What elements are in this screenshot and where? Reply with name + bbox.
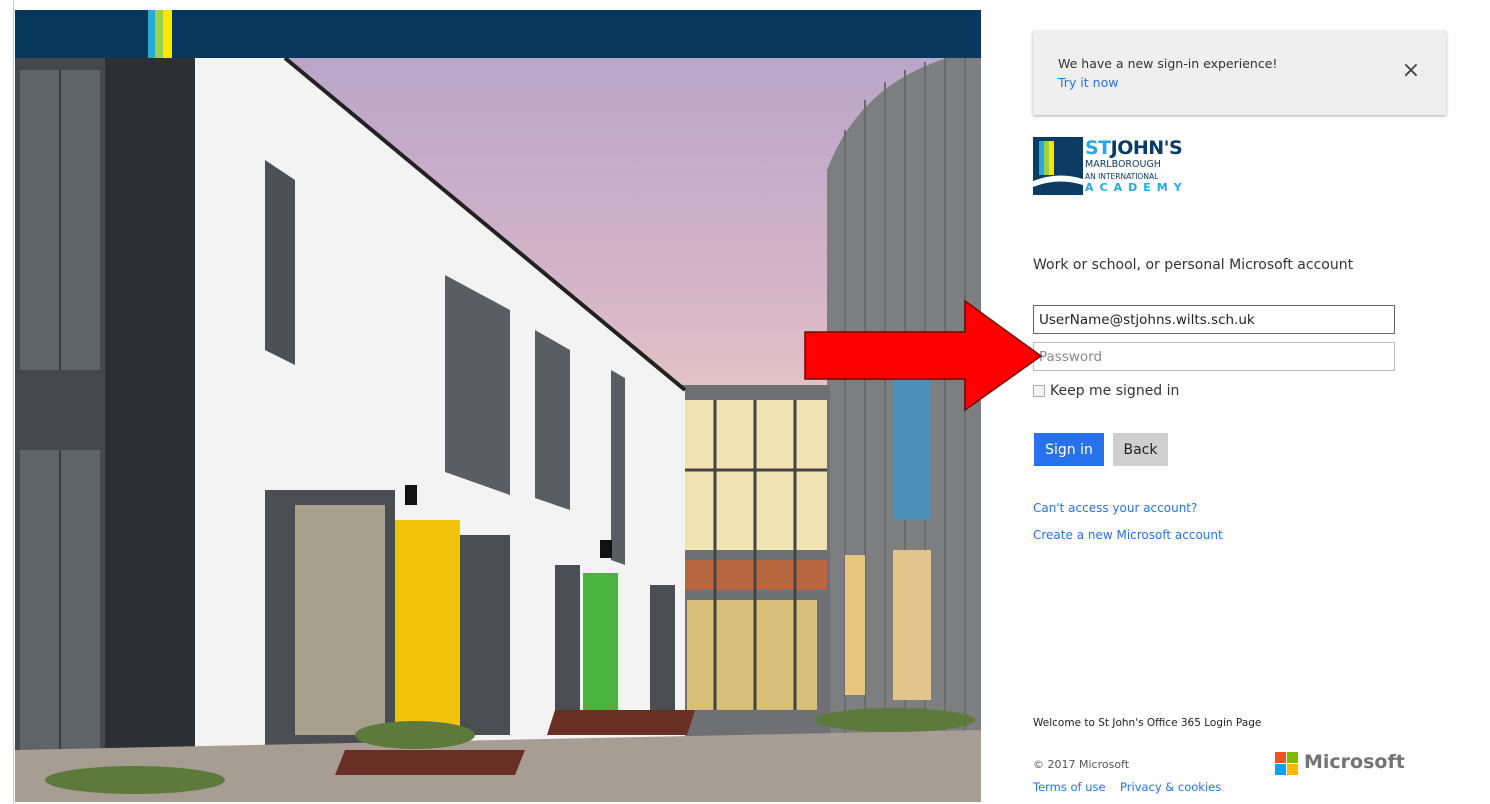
close-icon[interactable]: × — [1401, 60, 1421, 82]
copyright-text: © 2017 Microsoft — [1033, 758, 1130, 771]
account-prompt: Work or school, or personal Microsoft ac… — [1033, 257, 1354, 273]
login-page: We have a new sign-in experience! Try it… — [0, 0, 1490, 804]
sign-in-button[interactable]: Sign in — [1034, 433, 1104, 466]
red-arrow-annotation-icon — [804, 299, 1043, 412]
logo-name: STJOHN'S — [1085, 137, 1183, 159]
new-experience-notice: We have a new sign-in experience! Try it… — [1033, 31, 1446, 115]
password-input[interactable] — [1033, 342, 1395, 371]
terms-of-use-link[interactable]: Terms of use — [1033, 780, 1106, 794]
username-input[interactable] — [1033, 305, 1395, 334]
cant-access-link[interactable]: Can't access your account? — [1033, 501, 1197, 515]
logo-line-marlborough: MARLBOROUGH — [1085, 159, 1161, 170]
microsoft-logo: Microsoft — [1275, 751, 1425, 778]
logo-line-academy: ACADEMY — [1085, 181, 1188, 194]
keep-signed-in-row[interactable]: Keep me signed in — [1033, 383, 1179, 399]
logo-stripe-blue — [148, 10, 155, 58]
logo-stripe-yellow — [163, 10, 172, 58]
logo-stripe-green — [155, 10, 163, 58]
school-logo: STJOHN'S MARLBOROUGH AN INTERNATIONAL AC… — [1033, 137, 1193, 197]
window-edge — [0, 0, 14, 804]
back-button[interactable]: Back — [1113, 433, 1168, 466]
logo-line-international: AN INTERNATIONAL — [1085, 172, 1159, 181]
welcome-text: Welcome to St John's Office 365 Login Pa… — [1033, 717, 1262, 729]
try-it-now-link[interactable]: Try it now — [1058, 75, 1118, 90]
microsoft-grid-icon — [1275, 752, 1299, 776]
create-account-link[interactable]: Create a new Microsoft account — [1033, 528, 1223, 542]
signin-panel: We have a new sign-in experience! Try it… — [981, 0, 1490, 804]
keep-signed-in-label: Keep me signed in — [1050, 383, 1180, 399]
school-logo-mark — [1033, 137, 1083, 195]
privacy-cookies-link[interactable]: Privacy & cookies — [1120, 780, 1221, 794]
microsoft-wordmark: Microsoft — [1304, 751, 1405, 773]
notice-text: We have a new sign-in experience! — [1058, 56, 1278, 71]
